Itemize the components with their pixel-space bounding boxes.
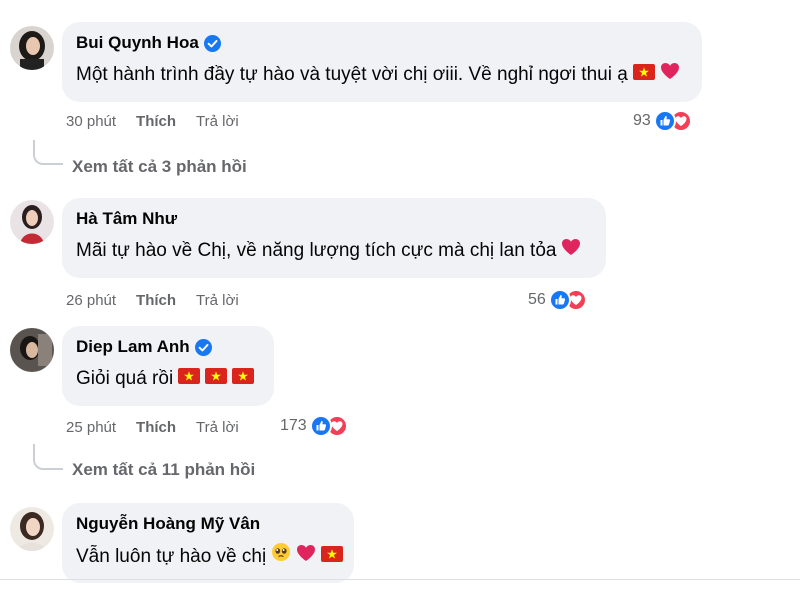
comment-text: Mãi tự hào về Chị, về năng lượng tích cự… (76, 240, 557, 261)
vietnam-flag-icon (232, 365, 255, 393)
vietnam-flag-icon (321, 543, 344, 571)
comment-meta: 26 phút Thích Trả lời (66, 292, 239, 309)
comment-bubble: Nguyễn Hoàng Mỹ Vân Vẫn luôn tự hào về c… (62, 503, 354, 583)
comment-meta: 30 phút Thích Trả lời (66, 113, 239, 130)
reply-button[interactable]: Trả lời (196, 113, 239, 130)
reaction-summary[interactable]: 56 (528, 289, 587, 311)
reaction-summary[interactable]: 93 (633, 110, 692, 132)
red-heart-icon (296, 543, 316, 571)
red-heart-icon (660, 61, 680, 89)
verified-badge-icon (203, 34, 221, 52)
comment-time[interactable]: 26 phút (66, 292, 116, 309)
comment-bubble: Hà Tâm Như Mãi tự hào về Chị, về năng lư… (62, 198, 606, 278)
comment-bubble: Bui Quynh Hoa Một hành trình đầy tự hào … (62, 22, 702, 102)
avatar[interactable] (10, 200, 54, 244)
commenter-name[interactable]: Diep Lam Anh (76, 337, 190, 357)
comments-section: Bui Quynh Hoa Một hành trình đầy tự hào … (0, 0, 800, 600)
thread-connector (33, 140, 63, 165)
reaction-summary[interactable]: 173 (280, 415, 348, 437)
reply-button[interactable]: Trả lời (196, 292, 239, 309)
commenter-name[interactable]: Hà Tâm Như (76, 209, 177, 229)
comment-text: Giỏi quá rồi (76, 368, 174, 389)
comment-time[interactable]: 30 phút (66, 113, 116, 130)
commenter-name[interactable]: Nguyễn Hoàng Mỹ Vân (76, 514, 260, 534)
avatar[interactable] (10, 507, 54, 551)
pleading-face-icon (271, 542, 291, 571)
like-reaction-icon (548, 289, 571, 311)
comment-bubble: Diep Lam Anh Giỏi quá rồi (62, 326, 274, 406)
vietnam-flag-icon (205, 365, 228, 393)
reaction-count: 173 (280, 417, 307, 434)
like-reaction-icon (653, 110, 676, 132)
thread-connector (33, 444, 63, 470)
divider (0, 579, 800, 580)
avatar[interactable] (10, 328, 54, 372)
commenter-name[interactable]: Bui Quynh Hoa (76, 33, 199, 53)
reaction-count: 56 (528, 291, 546, 308)
comment-text: Vẫn luôn tự hào về chị (76, 545, 267, 567)
comment-text: Một hành trình đầy tự hào và tuyệt vời c… (76, 64, 628, 85)
like-button[interactable]: Thích (136, 113, 176, 130)
vietnam-flag-icon (178, 365, 201, 393)
view-replies-link[interactable]: Xem tất cả 11 phản hồi (72, 460, 255, 480)
avatar[interactable] (10, 26, 54, 70)
reply-button[interactable]: Trả lời (196, 419, 239, 436)
red-heart-icon (561, 237, 581, 265)
comment-meta: 25 phút Thích Trả lời (66, 419, 239, 436)
like-button[interactable]: Thích (136, 419, 176, 436)
comment-time[interactable]: 25 phút (66, 419, 116, 436)
vietnam-flag-icon (632, 61, 655, 89)
view-replies-link[interactable]: Xem tất cả 3 phản hồi (72, 157, 247, 177)
reaction-count: 93 (633, 112, 651, 129)
verified-badge-icon (194, 338, 212, 356)
like-reaction-icon (309, 415, 332, 437)
like-button[interactable]: Thích (136, 292, 176, 309)
